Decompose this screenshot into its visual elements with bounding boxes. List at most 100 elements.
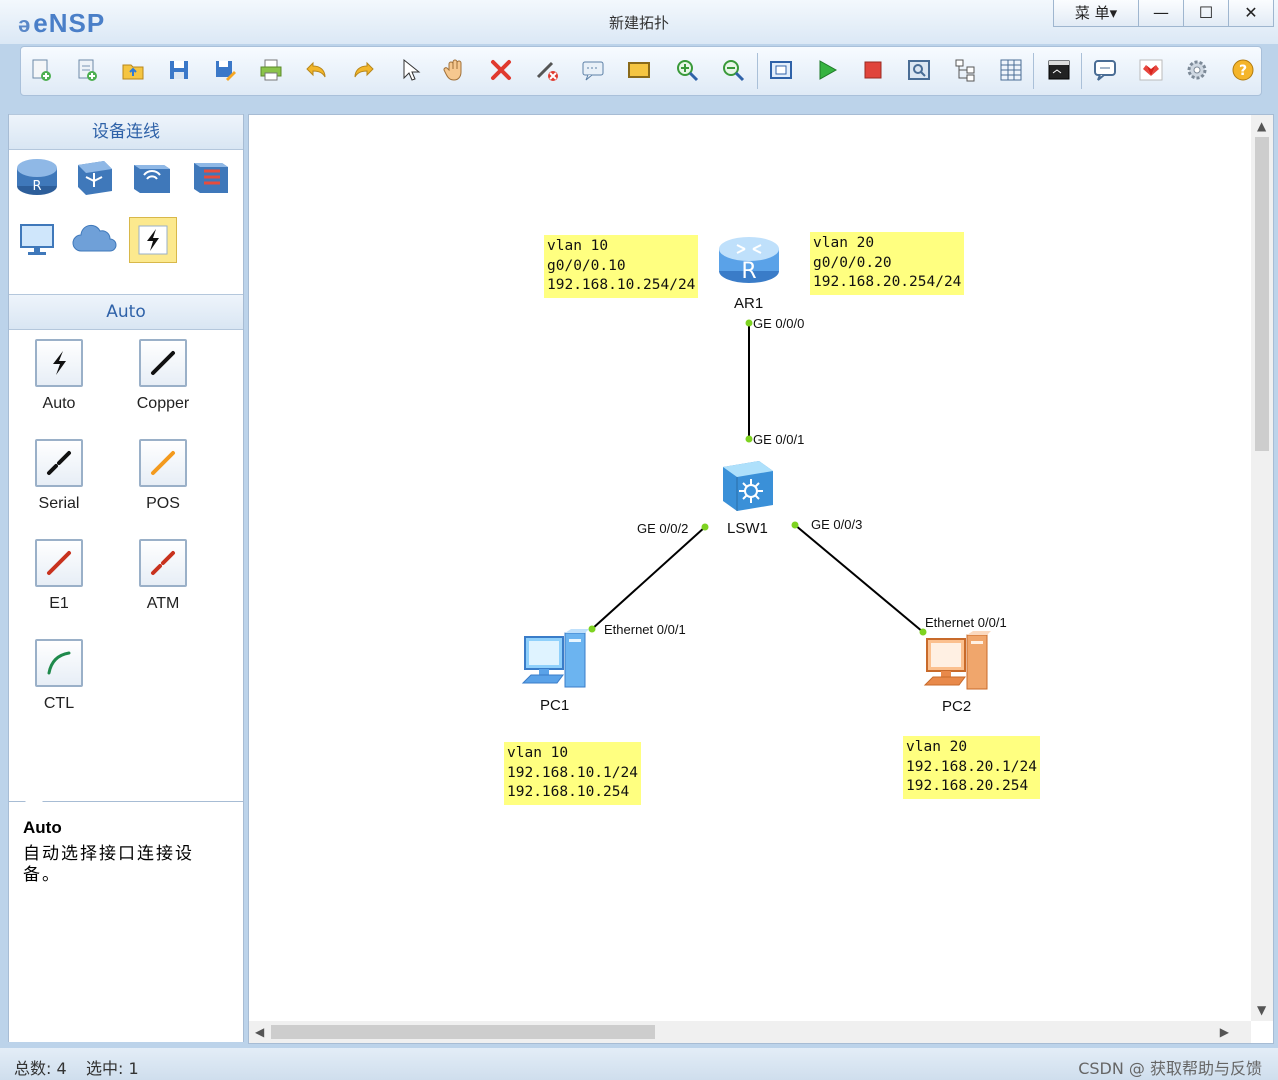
vertical-scroll-thumb[interactable] xyxy=(1255,137,1269,451)
cable-copper[interactable]: Copper xyxy=(123,339,203,413)
stop-icon xyxy=(864,61,882,79)
cable-section-header: Auto xyxy=(9,294,243,330)
text-comment-icon xyxy=(582,61,604,81)
console-button[interactable] xyxy=(1045,56,1073,84)
port-dot xyxy=(745,319,753,327)
status-bar: 总数: 4 选中: 1 CSDN @ 获取帮助与反馈 xyxy=(0,1048,1278,1080)
pc2-icon[interactable] xyxy=(921,629,993,697)
save-as-icon xyxy=(216,61,236,81)
note-ar1-vlan10[interactable]: vlan 10 g0/0/0.10 192.168.10.254/24 xyxy=(544,235,699,298)
router-icon: R xyxy=(17,159,57,195)
help-button[interactable]: ? xyxy=(1229,56,1257,84)
grid-table-icon xyxy=(1000,59,1022,81)
rectangle-button[interactable] xyxy=(625,56,653,84)
text-button[interactable] xyxy=(579,56,607,84)
link-lsw1-pc1 xyxy=(591,526,706,630)
device-panel: 设备连线 R Auto Auto Copper Serial POS E1 AT… xyxy=(8,114,244,1042)
switch-category[interactable] xyxy=(71,155,117,199)
device-label-pc2: PC2 xyxy=(942,698,972,715)
hand-icon xyxy=(443,59,462,81)
port-label-lsw1-ge002: GE 0/0/2 xyxy=(637,521,689,536)
feedback-link[interactable]: CSDN @ 获取帮助与反馈 xyxy=(1078,1055,1262,1079)
grid-button[interactable] xyxy=(997,56,1025,84)
cloud-category[interactable] xyxy=(71,217,117,261)
title-bar: ǝeNSP 新建拓扑 菜 单▾ — ☐ ✕ xyxy=(0,0,1278,44)
cable-e1[interactable]: E1 xyxy=(19,539,99,613)
horizontal-scrollbar[interactable]: ◀ ▶ xyxy=(249,1021,1251,1043)
zoom-out-button[interactable] xyxy=(719,56,747,84)
scroll-down-arrow-icon[interactable]: ▼ xyxy=(1257,1003,1266,1017)
undo-icon xyxy=(306,61,326,78)
capture-icon xyxy=(908,60,930,80)
capture-button[interactable] xyxy=(905,56,933,84)
start-device-button[interactable] xyxy=(813,56,841,84)
delete-button[interactable] xyxy=(487,56,515,84)
auto-link-category[interactable] xyxy=(129,217,177,263)
stop-device-button[interactable] xyxy=(859,56,887,84)
open-button[interactable] xyxy=(119,56,147,84)
fit-button[interactable] xyxy=(767,56,795,84)
horizontal-scroll-thumb[interactable] xyxy=(271,1025,655,1039)
router-ar1-icon[interactable]: R xyxy=(717,231,781,287)
scroll-up-arrow-icon[interactable]: ▲ xyxy=(1257,119,1266,133)
description-box: Auto 自动选择接口连接设备。 xyxy=(9,793,243,1042)
cable-serial[interactable]: Serial xyxy=(19,439,99,513)
cable-ctl[interactable]: CTL xyxy=(19,639,99,713)
switch-lsw1-icon[interactable] xyxy=(719,457,777,513)
maximize-button[interactable]: ☐ xyxy=(1183,0,1228,26)
pos-cable-icon xyxy=(151,451,175,475)
copper-cable-icon xyxy=(151,351,175,375)
pointer-triangle xyxy=(25,793,43,802)
note-pc1[interactable]: vlan 10 192.168.10.1/24 192.168.10.254 xyxy=(504,742,641,805)
redo-button[interactable] xyxy=(349,56,377,84)
help-question-icon: ? xyxy=(1232,59,1254,81)
new-template-button[interactable] xyxy=(73,56,101,84)
save-button[interactable] xyxy=(165,56,193,84)
zoom-in-button[interactable] xyxy=(673,56,701,84)
port-label-lsw1-ge003: GE 0/0/3 xyxy=(811,517,863,532)
topology-canvas[interactable]: R AR1 LSW1 PC1 PC2 GE 0/0/0 GE 0/0/1 GE … xyxy=(248,114,1274,1044)
settings-button[interactable] xyxy=(1183,56,1211,84)
pan-button[interactable] xyxy=(441,56,469,84)
close-button[interactable]: ✕ xyxy=(1228,0,1273,26)
new-topology-button[interactable] xyxy=(27,56,55,84)
device-label-pc1: PC1 xyxy=(540,697,570,714)
pc-monitor-icon xyxy=(20,224,54,255)
cable-pos[interactable]: POS xyxy=(123,439,203,513)
port-dot xyxy=(701,523,709,531)
huawei-button[interactable] xyxy=(1137,56,1165,84)
delete-link-button[interactable] xyxy=(533,56,561,84)
firewall-icon xyxy=(194,163,228,193)
port-label-pc2-eth: Ethernet 0/0/1 xyxy=(925,615,1007,630)
scroll-right-arrow-icon[interactable]: ▶ xyxy=(1220,1025,1229,1039)
print-button[interactable] xyxy=(257,56,285,84)
save-as-button[interactable] xyxy=(211,56,239,84)
select-button[interactable] xyxy=(395,56,423,84)
minimize-button[interactable]: — xyxy=(1138,0,1183,26)
svg-text:?: ? xyxy=(1239,63,1247,79)
firewall-category[interactable] xyxy=(187,155,233,199)
fit-window-icon xyxy=(770,61,792,79)
topology-button[interactable] xyxy=(951,56,979,84)
description-title: Auto xyxy=(23,818,62,837)
cable-auto[interactable]: Auto xyxy=(19,339,99,413)
pc-category[interactable] xyxy=(14,217,60,261)
feedback-button[interactable] xyxy=(1091,56,1119,84)
pc1-icon[interactable] xyxy=(519,627,591,695)
status-total: 总数: 4 xyxy=(14,1059,67,1078)
menu-button[interactable]: 菜 单▾ xyxy=(1054,0,1138,26)
delete-link-icon xyxy=(536,61,558,81)
toolbar-separator xyxy=(1033,53,1034,89)
rectangle-icon xyxy=(628,62,650,78)
port-dot xyxy=(791,521,799,529)
cable-atm[interactable]: ATM xyxy=(123,539,203,613)
link-lsw1-pc2 xyxy=(794,524,924,633)
wlan-category[interactable] xyxy=(129,155,175,199)
undo-button[interactable] xyxy=(303,56,331,84)
scroll-left-arrow-icon[interactable]: ◀ xyxy=(255,1025,264,1039)
router-category[interactable]: R xyxy=(14,155,60,199)
note-ar1-vlan20[interactable]: vlan 20 g0/0/0.20 192.168.20.254/24 xyxy=(810,232,965,295)
note-pc2[interactable]: vlan 20 192.168.20.1/24 192.168.20.254 xyxy=(903,736,1040,799)
device-label-lsw1: LSW1 xyxy=(727,520,768,537)
vertical-scrollbar[interactable]: ▲ ▼ xyxy=(1251,115,1273,1021)
